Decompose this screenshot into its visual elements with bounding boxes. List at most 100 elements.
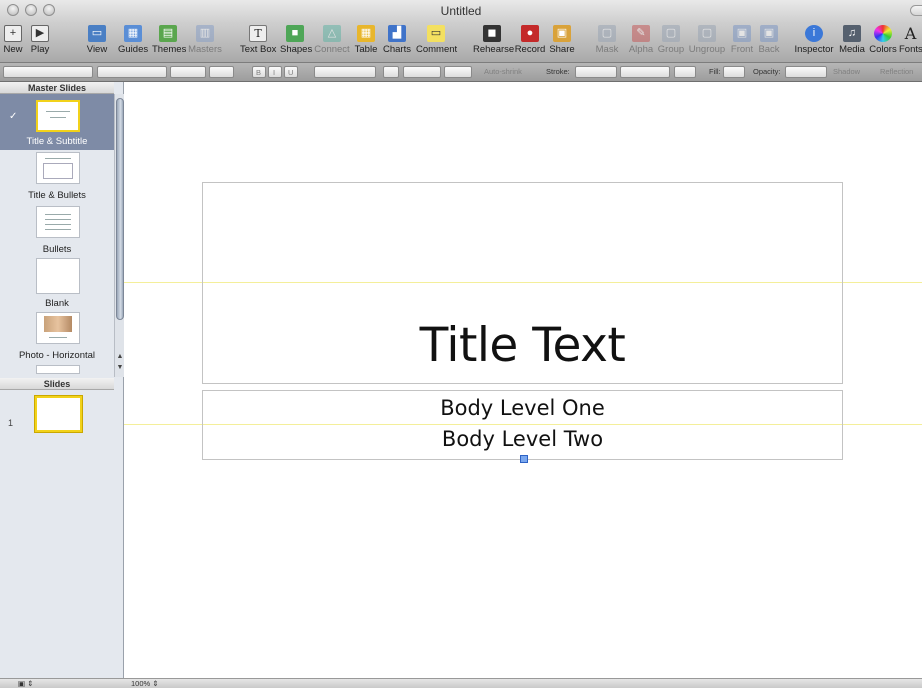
master-thumbnail-partial[interactable]: [36, 365, 80, 374]
colors-button[interactable]: Colors: [869, 24, 897, 61]
italic-button[interactable]: I: [268, 66, 282, 78]
opacity-field[interactable]: [785, 66, 827, 78]
body-placeholder[interactable]: Body Level One Body Level Two: [202, 390, 843, 463]
guides-button[interactable]: ▦ Guides: [118, 24, 148, 61]
mask-button[interactable]: ▢ Mask: [594, 24, 620, 61]
record-button[interactable]: ● Record: [514, 24, 546, 61]
stroke-width-popup[interactable]: [620, 66, 670, 78]
themes-icon: ▤: [159, 25, 177, 42]
charts-button[interactable]: ▟ Charts: [382, 24, 412, 61]
stroke-color-well[interactable]: [674, 66, 696, 78]
fonts-button[interactable]: A Fonts: [899, 24, 922, 61]
alignment-buttons[interactable]: [314, 66, 376, 78]
slide-canvas[interactable]: Title Text Body Level One Body Level Two: [124, 82, 922, 678]
stroke-label: Stroke:: [546, 67, 570, 76]
reflection-checkbox[interactable]: Reflection: [880, 67, 913, 76]
media-button[interactable]: ♫ Media: [838, 24, 866, 61]
media-icon: ♫: [843, 25, 861, 42]
master-title-subtitle[interactable]: ✓ Title & Subtitle: [0, 94, 114, 150]
ungroup-button[interactable]: ▢ Ungroup: [688, 24, 726, 61]
master-label: Bullets: [42, 244, 72, 255]
text-box-icon: T: [249, 25, 267, 42]
alpha-button[interactable]: ✎ Alpha: [627, 24, 655, 61]
view-icon: ▭: [88, 25, 106, 42]
photo-image: [44, 316, 72, 332]
scroll-down-arrow-icon[interactable]: ▼: [116, 364, 124, 371]
back-icon: ▣: [760, 25, 778, 42]
slide-title[interactable]: Title Text: [203, 318, 842, 373]
toolbar: + New ▶ Play ▭ View ▦ Guides ▤ Themes ▥ …: [0, 22, 922, 63]
rehearse-icon: ◼: [483, 25, 501, 42]
comment-button[interactable]: ▭ Comment: [416, 24, 457, 61]
master-title-bullets[interactable]: Title & Bullets: [0, 150, 114, 204]
line-spacing-popup[interactable]: [403, 66, 441, 78]
charts-icon: ▟: [388, 25, 406, 42]
connect-button[interactable]: △ Connect: [314, 24, 350, 61]
master-photo-horizontal[interactable]: Photo - Horizontal: [0, 310, 114, 366]
format-bar: B I U Auto-shrink Stroke: Fill: Opacity:…: [0, 63, 922, 82]
shadow-checkbox[interactable]: Shadow: [833, 67, 860, 76]
fill-label: Fill:: [709, 67, 721, 76]
master-bullets[interactable]: Bullets: [0, 204, 114, 256]
masters-scrollbar[interactable]: ▲ ▼: [114, 94, 124, 377]
body-level-two[interactable]: Body Level Two: [203, 427, 842, 451]
fonts-icon: A: [904, 24, 917, 43]
themes-button[interactable]: ▤ Themes: [152, 24, 186, 61]
slides-header: Slides: [0, 378, 114, 390]
auto-shrink-checkbox[interactable]: Auto-shrink: [484, 67, 522, 76]
ungroup-icon: ▢: [698, 25, 716, 42]
body-level-one[interactable]: Body Level One: [203, 396, 842, 420]
front-button[interactable]: ▣ Front: [729, 24, 755, 61]
master-label: Photo - Horizontal: [18, 350, 96, 361]
scroll-up-arrow-icon[interactable]: ▲: [116, 353, 124, 360]
front-icon: ▣: [733, 25, 751, 42]
new-button[interactable]: + New: [2, 24, 24, 61]
master-label: Title & Bullets: [28, 190, 86, 201]
columns-popup[interactable]: [444, 66, 472, 78]
alpha-icon: ✎: [632, 25, 650, 42]
scrollbar-thumb[interactable]: [116, 98, 124, 320]
underline-button[interactable]: U: [284, 66, 298, 78]
slide-thumbnail-1[interactable]: [35, 396, 82, 432]
master-thumbnail: [36, 152, 80, 184]
text-box-button[interactable]: T Text Box: [240, 24, 276, 61]
font-typeface-popup[interactable]: [170, 66, 206, 78]
title-placeholder[interactable]: Title Text: [202, 182, 843, 384]
master-thumbnail: [36, 206, 80, 238]
play-icon: ▶: [31, 25, 49, 42]
view-button[interactable]: ▭ View: [84, 24, 110, 61]
group-button[interactable]: ▢ Group: [657, 24, 685, 61]
checkmark-icon: ✓: [9, 111, 18, 122]
mask-icon: ▢: [598, 25, 616, 42]
table-button[interactable]: ▦ Table: [353, 24, 379, 61]
font-family-popup[interactable]: [97, 66, 167, 78]
masters-button[interactable]: ▥ Masters: [188, 24, 222, 61]
share-button[interactable]: ▣ Share: [549, 24, 575, 61]
bold-button[interactable]: B: [252, 66, 266, 78]
inspector-icon: i: [805, 25, 823, 42]
font-size-field[interactable]: [209, 66, 234, 78]
inspector-button[interactable]: i Inspector: [794, 24, 834, 61]
slide-navigator: Master Slides ✓ Title & Subtitle Title &…: [0, 82, 124, 678]
new-slide-icon: +: [4, 25, 22, 42]
master-blank[interactable]: Blank: [0, 256, 114, 309]
shapes-button[interactable]: ■ Shapes: [280, 24, 312, 61]
play-button[interactable]: ▶ Play: [27, 24, 53, 61]
toolbar-toggle-button[interactable]: [910, 5, 922, 16]
rehearse-button[interactable]: ◼ Rehearse: [473, 24, 514, 61]
resize-handle[interactable]: [520, 455, 528, 463]
stroke-style-popup[interactable]: [575, 66, 617, 78]
style-popup[interactable]: [3, 66, 93, 78]
masters-icon: ▥: [196, 25, 214, 42]
text-valign-button[interactable]: [383, 66, 399, 78]
fill-color-well[interactable]: [723, 66, 745, 78]
zoom-popup[interactable]: 100% ⇕: [131, 679, 159, 688]
master-thumbnail: [36, 100, 80, 132]
guides-icon: ▦: [124, 25, 142, 42]
shapes-icon: ■: [286, 25, 304, 42]
back-button[interactable]: ▣ Back: [757, 24, 781, 61]
master-thumbnail: [36, 312, 80, 344]
view-mode-popup[interactable]: ▣ ⇕: [18, 679, 33, 688]
status-bar: ▣ ⇕ 100% ⇕: [0, 678, 922, 688]
record-icon: ●: [521, 25, 539, 42]
